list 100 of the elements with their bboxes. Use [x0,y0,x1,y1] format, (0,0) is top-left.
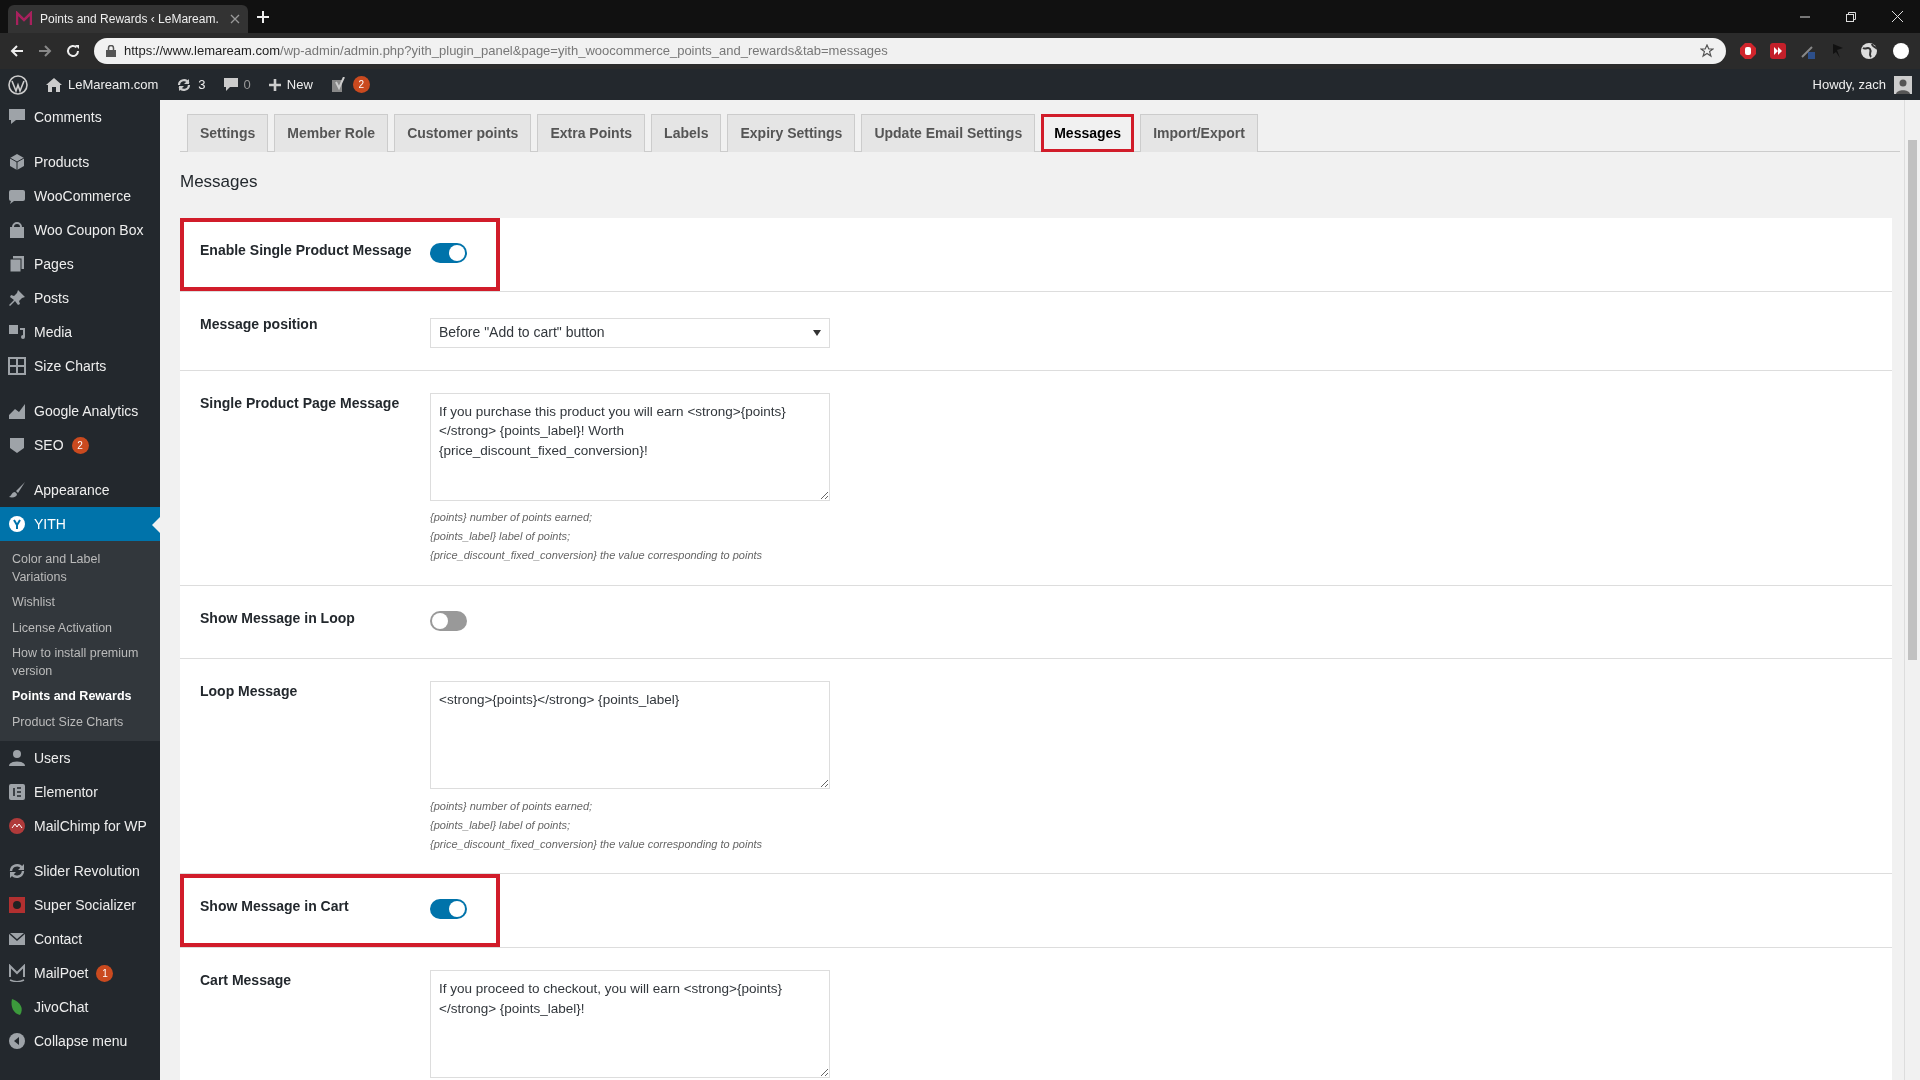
submenu-item[interactable]: Color and Label Variations [0,547,160,590]
sidebar-item[interactable]: Appearance [0,473,160,507]
collapse-icon [8,1032,26,1050]
toggle-switch[interactable] [430,243,467,264]
field-label: Message position [200,314,319,334]
comment-icon [223,77,238,92]
envelope-icon [8,930,26,948]
submenu-item[interactable]: Product Size Charts [0,709,160,735]
url-text: https://www.lemaream.com/wp-admin/admin.php?yith_plugin_panel&page=yith_woocommerce_points_and_rewards&tab=messages [124,42,888,61]
new-tab-icon[interactable] [256,9,270,24]
cube-icon [8,153,26,171]
comment-icon [8,108,26,126]
sidebar-item[interactable]: MailPoet 1 [0,956,160,990]
sidebar-item[interactable]: Comments [0,100,160,134]
back-icon[interactable] [10,44,24,58]
greeting-text[interactable]: Howdy, zach [1812,74,1886,95]
sidebar-item[interactable]: MailChimp for WP [0,809,160,843]
home-icon [46,77,62,92]
help-text: {price_discount_fixed_conversion} the value corresponding to points [430,836,764,852]
sidebar-item[interactable]: Users [0,741,160,775]
browser-tab[interactable]: Points and Rewards ‹ LeMaream. [8,5,248,33]
hand-icon[interactable] [1740,43,1756,59]
sidebar-item[interactable]: Super Socializer [0,888,160,922]
dropdown-value: Before "Add to cart" button [439,323,605,343]
restore-icon[interactable] [1846,11,1856,22]
tab[interactable]: Import/Export [1140,114,1258,152]
help-text: {points} number of points earned; [430,798,594,814]
toggle-switch[interactable] [430,610,467,631]
lock-icon [106,45,116,57]
notification-badge: 1 [96,964,114,982]
sidebar-item[interactable]: Google Analytics [0,394,160,428]
comments-count[interactable]: 0 [243,74,251,95]
minimize-icon[interactable] [1800,15,1810,18]
field-label: Show Message in Cart [200,897,350,917]
profile-icon[interactable] [1892,42,1910,60]
sidebar-item[interactable]: Size Charts [0,349,160,383]
text-area[interactable]: If you proceed to checkout, you will earn <strong>{points}</strong> {points_label}! [430,969,830,1078]
shield-icon [8,436,26,454]
avatar-icon[interactable] [1894,75,1912,94]
sidebar-item[interactable]: Collapse menu [0,1024,160,1058]
pen-icon[interactable] [1800,43,1816,59]
globe-icon[interactable] [1860,42,1878,60]
refresh-icon [176,76,193,93]
caret-icon [813,329,821,336]
wordpress-icon[interactable] [8,74,28,95]
logo-icon [8,515,26,533]
pin-icon [8,289,26,307]
submenu-item[interactable]: How to install premium version [0,641,160,684]
updates-count[interactable]: 3 [198,74,206,95]
pages-icon [8,255,26,273]
sidebar-item[interactable]: WooCommerce [0,179,160,213]
star-icon[interactable] [1700,44,1714,58]
plus-icon [268,78,281,91]
sidebar-item[interactable]: Contact [0,922,160,956]
submenu-item[interactable]: Wishlist [0,590,160,616]
media-icon [8,323,26,341]
help-text: {price_discount_fixed_conversion} the value corresponding to points [430,548,764,563]
sidebar-item[interactable]: Woo Coupon Box [0,213,160,247]
extension-icon[interactable] [1770,43,1786,59]
address-bar[interactable]: https://www.lemaream.com/wp-admin/admin.php?yith_plugin_panel&page=yith_woocommerce_points_and_rewards&tab=messages [94,38,1726,64]
new-link[interactable]: New [286,74,313,95]
tab[interactable]: Expiry Settings [727,114,856,152]
notification-badge: 2 [352,76,370,93]
text-area[interactable]: If you purchase this product you will earn <strong>{points}</strong> {points_label}! Worth {price_discount_fixed_conversion}! [430,392,830,501]
grid-icon [8,357,26,375]
field-label: Show Message in Loop [200,608,356,628]
sidebar-item[interactable]: Slider Revolution [0,854,160,888]
sidebar-item[interactable]: Elementor [0,775,160,809]
tab[interactable]: Extra Points [537,114,646,152]
tab[interactable]: Update Email Settings [861,114,1036,152]
submenu-item[interactable]: License Activation [0,615,160,641]
dropdown[interactable]: Before "Add to cart" button [430,317,830,348]
tab[interactable]: Customer points [394,114,532,152]
tab[interactable]: Messages [1041,114,1135,152]
sidebar-item[interactable]: Posts [0,281,160,315]
tab[interactable]: Settings [187,114,269,152]
submenu-item[interactable]: Points and Rewards [0,684,160,710]
sidebar-item[interactable]: Media [0,315,160,349]
forward-icon[interactable] [38,44,52,58]
toggle-switch[interactable] [430,899,467,920]
scrollbar[interactable] [1904,100,1920,1080]
site-link[interactable]: LeMaream.com [68,74,159,95]
share-icon [8,896,26,914]
reload-icon[interactable] [66,44,80,58]
tab-title: Points and Rewards ‹ LeMaream. [40,11,219,28]
store-icon [8,187,26,205]
help-text: {points_label} label of points; [430,529,572,545]
notification-badge: 2 [71,436,89,454]
tab[interactable]: Labels [651,114,722,152]
sidebar-item[interactable]: JivoChat [0,990,160,1024]
sidebar-item[interactable]: Pages [0,247,160,281]
help-text: {points} number of points earned; [430,510,594,526]
tab[interactable]: Member Role [274,114,389,152]
sidebar-item[interactable]: YITH [0,507,160,541]
text-area[interactable]: <strong>{points}</strong> {points_label} [430,681,830,790]
sidebar-item[interactable]: Products [0,145,160,179]
badge-icon [8,817,26,835]
field-label: Single Product Page Message [200,393,401,413]
sidebar-item[interactable]: SEO 2 [0,428,160,462]
bag-icon [8,221,26,239]
